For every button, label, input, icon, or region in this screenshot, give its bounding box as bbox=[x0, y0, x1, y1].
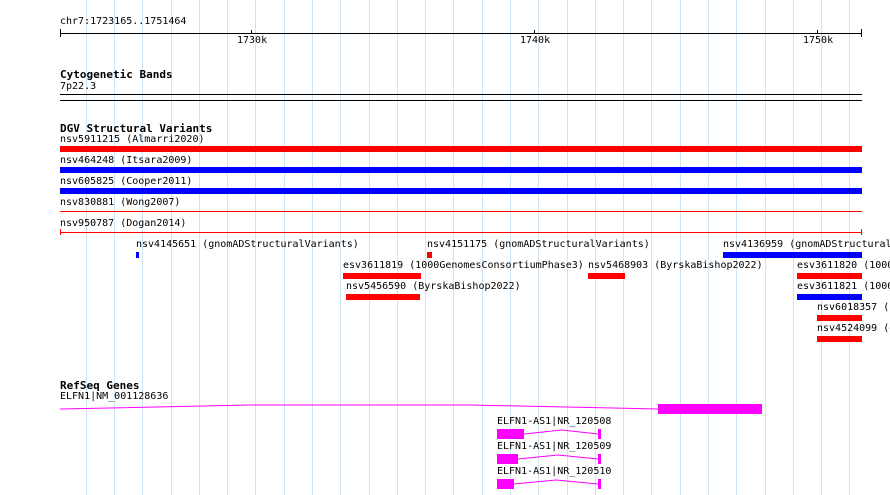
genome-browser-view: chr7:1723165..1751464 1730k 1740k 1750k … bbox=[0, 0, 890, 495]
gene-model[interactable] bbox=[59, 404, 762, 414]
gene-model[interactable] bbox=[497, 479, 601, 489]
gene-model[interactable] bbox=[497, 429, 601, 439]
gene-models bbox=[59, 404, 762, 489]
gene-model[interactable] bbox=[497, 454, 601, 464]
